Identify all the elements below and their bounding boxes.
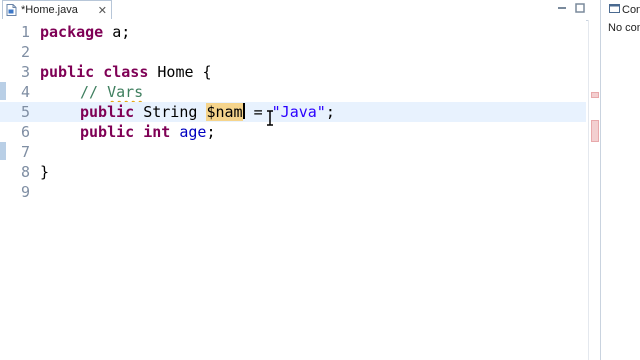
line-number: 2 <box>20 43 30 61</box>
line-number: 8 <box>20 163 30 181</box>
error-marker[interactable] <box>591 120 599 142</box>
maximize-icon[interactable] <box>574 2 586 14</box>
line-number: 1 <box>20 23 30 41</box>
close-icon[interactable]: ✕ <box>98 4 107 17</box>
java-file-icon <box>6 4 17 16</box>
code-line: 1 package a; <box>0 22 586 42</box>
line-number: 6 <box>20 123 30 141</box>
spelling-warning: Vars <box>107 83 144 101</box>
selected-identifier: $nam <box>206 103 243 121</box>
code-line: 7 <box>0 142 586 162</box>
minimize-icon[interactable] <box>556 2 568 14</box>
console-tab-label: Con <box>622 4 640 16</box>
code-editor[interactable]: 1 package a; 2 3 public class Home { 4 /… <box>0 20 586 360</box>
code-comment: // Vars <box>80 83 144 101</box>
code-text: public int age; <box>80 123 216 141</box>
console-icon <box>609 3 620 17</box>
line-number: 9 <box>20 183 30 201</box>
code-line: 8 } <box>0 162 586 182</box>
code-line-current: 5 public String $nam = "Java"; <box>0 102 586 122</box>
code-line: 9 <box>0 182 586 202</box>
line-number: 7 <box>20 143 30 161</box>
editor-tabstrip: *Home.java ✕ <box>0 0 596 21</box>
tab-label: *Home.java <box>21 4 78 16</box>
code-line: 2 <box>0 42 586 62</box>
line-number: 5 <box>20 103 30 121</box>
code-line: 6 public int age; <box>0 122 586 142</box>
code-line: 3 public class Home { <box>0 62 586 82</box>
text-cursor-icon <box>266 110 276 126</box>
code-text: package a; <box>40 23 131 41</box>
code-text: public class Home { <box>40 63 212 81</box>
code-text: } <box>40 163 50 181</box>
console-panel: Con No con <box>600 0 640 360</box>
overview-ruler[interactable] <box>588 20 599 360</box>
line-number: 4 <box>20 83 30 101</box>
console-message: No con <box>608 22 640 34</box>
code-text: public String $nam = "Java"; <box>80 103 335 121</box>
tab-console[interactable]: Con <box>601 0 640 20</box>
code-line: 4 // Vars <box>0 82 586 102</box>
error-marker[interactable] <box>591 92 599 98</box>
tab-home-java[interactable]: *Home.java ✕ <box>2 0 112 19</box>
line-number: 3 <box>20 63 30 81</box>
